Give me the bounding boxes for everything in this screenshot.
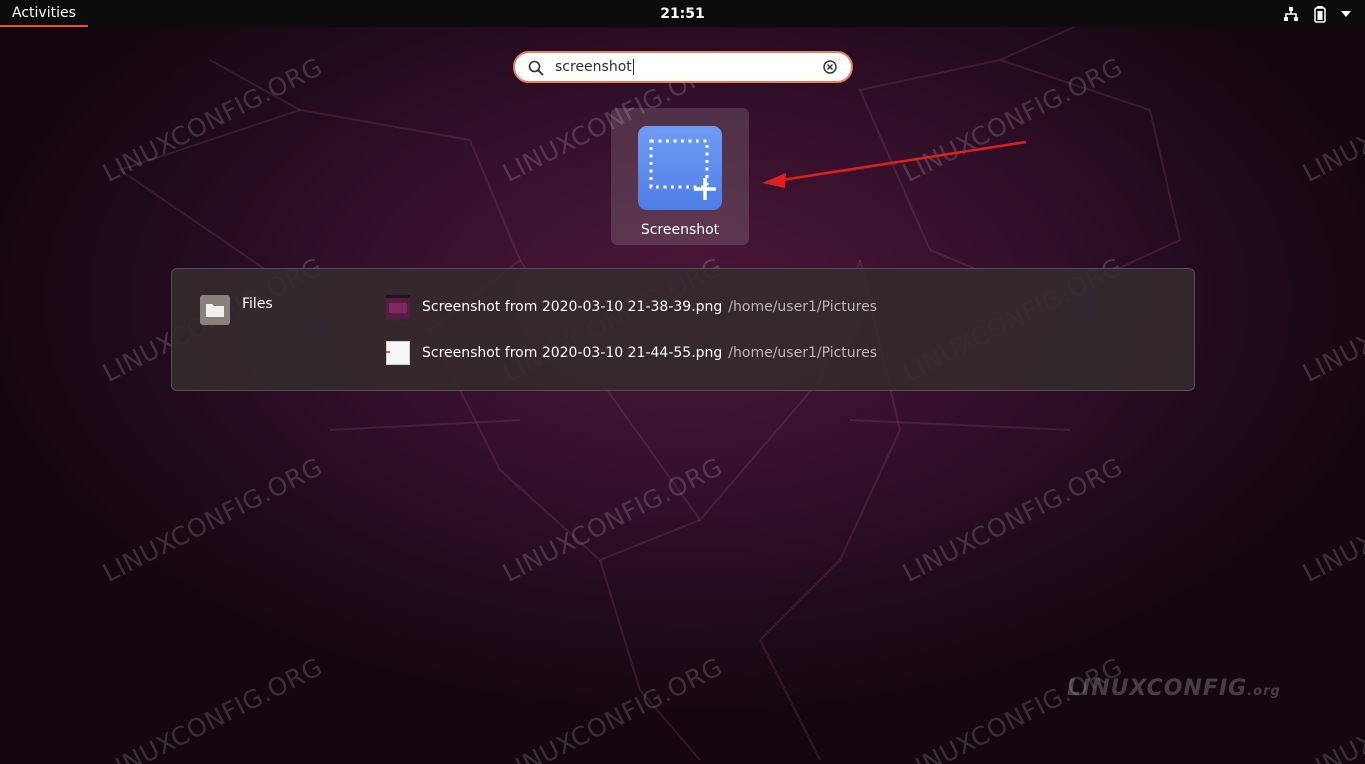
file-result-row[interactable]: Screenshot from 2020-03-10 21-38-39.png …	[386, 293, 1086, 321]
watermark-text: LINUXCONFIG.ORG	[1298, 651, 1365, 764]
file-result-row[interactable]: Screenshot from 2020-03-10 21-44-55.png …	[386, 339, 1086, 367]
watermark-text: LINUXCONFIG.ORG	[98, 51, 328, 188]
brand-logo: LINUXCONFIG.org	[1067, 676, 1281, 701]
search-input[interactable]: screenshot	[555, 53, 634, 81]
app-result-screenshot[interactable]: Screenshot	[611, 108, 749, 245]
clock-button[interactable]: 21:51	[660, 6, 705, 22]
white-thumbnail	[386, 341, 410, 365]
watermark-text: LINUXCONFIG.ORG	[1298, 51, 1365, 188]
watermark-text: LINUXCONFIG.ORG	[98, 651, 328, 764]
watermark-text: LINUXCONFIG.ORG	[1298, 451, 1365, 588]
menu-arrow-icon[interactable]	[1341, 10, 1351, 18]
watermark-text: LINUXCONFIG.ORG	[898, 451, 1128, 588]
watermark-text: LINUXCONFIG.ORG	[898, 51, 1128, 188]
file-result-path: /home/user1/Pictures	[728, 299, 878, 315]
files-provider-name: Files	[242, 296, 273, 312]
top-bar: Activities 21:51	[0, 0, 1365, 27]
search-field[interactable]: screenshot	[513, 51, 853, 83]
activities-button[interactable]: Activities	[0, 0, 88, 27]
purple-thumbnail	[386, 295, 410, 319]
app-result-label: Screenshot	[640, 222, 720, 238]
watermark-text: LINUXCONFIG.ORG	[98, 451, 328, 588]
watermark-text: LINUXCONFIG.ORG	[498, 451, 728, 588]
search-icon	[528, 60, 544, 80]
file-result-name: Screenshot from 2020-03-10 21-38-39.png	[422, 299, 723, 315]
search-input-value: screenshot	[555, 59, 632, 75]
watermark-text: LINUXCONFIG.ORG	[498, 651, 728, 764]
watermark-text: LINUXCONFIG.ORG	[898, 651, 1128, 764]
watermark-text: LINUXCONFIG.ORG	[1298, 251, 1365, 388]
brand-logo-suffix: .org	[1247, 684, 1281, 699]
file-result-path: /home/user1/Pictures	[728, 345, 878, 361]
battery-icon[interactable]	[1313, 5, 1327, 23]
brand-logo-main: LINUXCONFIG	[1067, 676, 1248, 701]
network-icon[interactable]	[1283, 6, 1299, 22]
screenshot-app-icon	[638, 126, 722, 210]
files-provider-button[interactable]	[200, 295, 230, 329]
clear-icon[interactable]	[822, 59, 838, 79]
file-result-name: Screenshot from 2020-03-10 21-44-55.png	[422, 345, 723, 361]
folder-icon	[200, 295, 230, 325]
text-caret	[632, 59, 634, 75]
clock-container: 21:51	[0, 0, 1365, 27]
files-search-results: Files Screenshot from 2020-03-10 21-38-3…	[171, 268, 1195, 391]
system-tray	[1283, 0, 1351, 27]
